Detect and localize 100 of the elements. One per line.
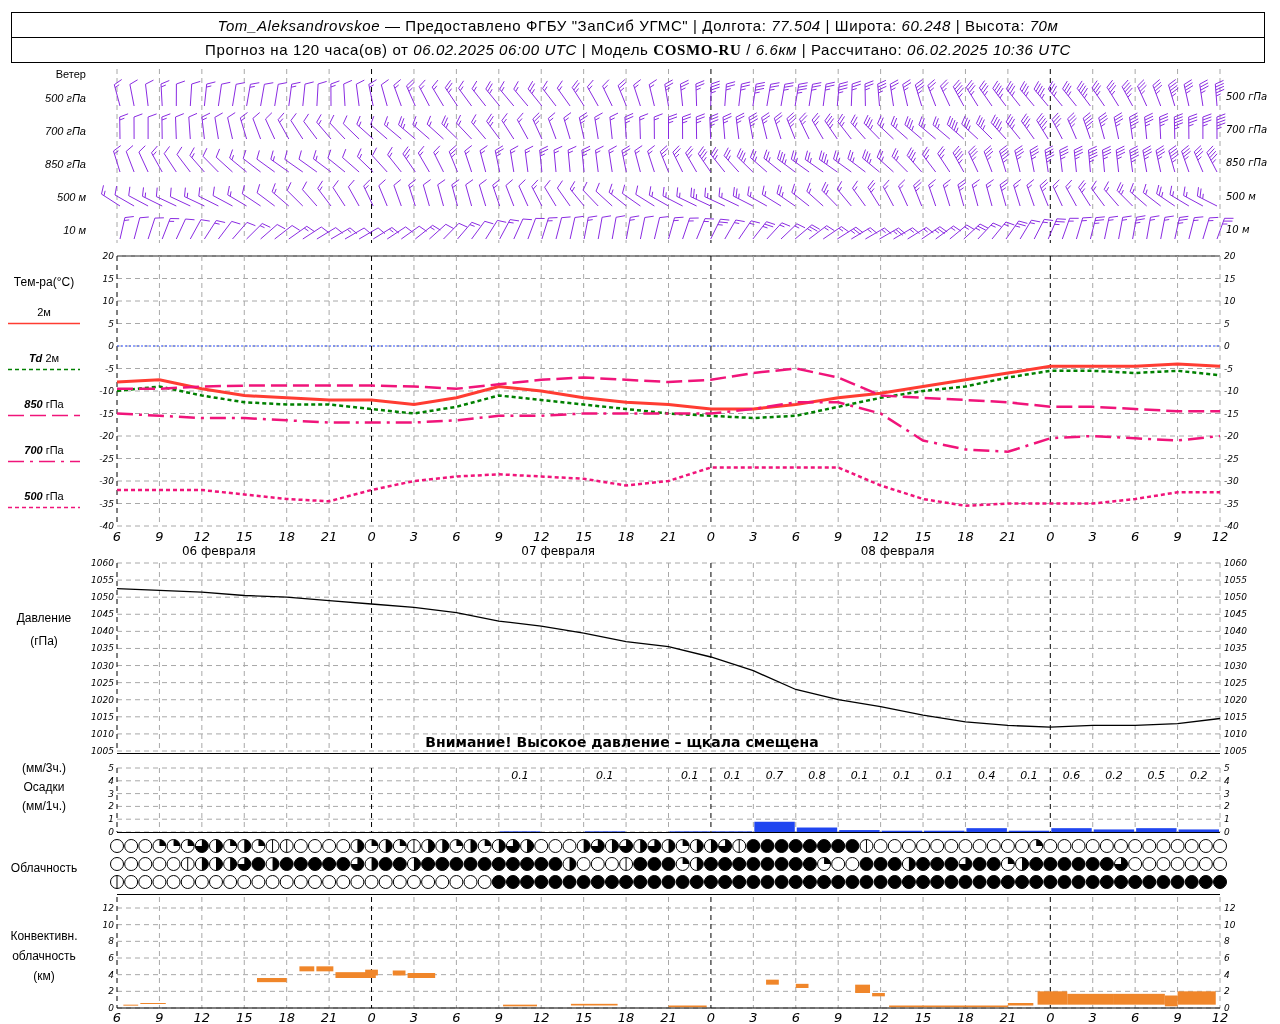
axis-tick-label: -5 [1224, 363, 1233, 374]
axis-tick-label: 1020 [91, 694, 114, 705]
axis-tick-label: 12 [1211, 529, 1229, 544]
precipitation-value: 0.1 [511, 769, 529, 782]
axis-tick-label: 2 [108, 986, 114, 997]
axis-tick-label: -35 [99, 498, 114, 509]
level-label: 500 гПа [1226, 91, 1268, 102]
precipitation-value: 0.2 [1105, 769, 1123, 782]
axis-tick-label: 20 [1224, 251, 1236, 261]
axis-tick-label: 0 [1224, 827, 1230, 837]
axis-tick-label: 3 [1224, 788, 1230, 799]
axis-tick-label: -25 [1224, 453, 1239, 464]
legend-label: 850 гПа [24, 397, 64, 411]
legend-label: Td 2м [28, 351, 60, 365]
axis-tick-label: 1030 [91, 660, 114, 671]
warning-text: Внимание! Высокое давление – щкала смещена [425, 734, 819, 750]
section-label: Облачность [10, 861, 78, 875]
level-label: 500 гПа [45, 91, 87, 104]
section-label: Тем-ра(°C) [13, 275, 75, 289]
axis-tick-label: 10 [102, 296, 114, 306]
axis-tick-label: -5 [105, 363, 114, 374]
axis-tick-label: 4 [1224, 969, 1230, 980]
axis-tick-label: 15 [236, 529, 253, 544]
axis-tick-label: -10 [1224, 386, 1239, 396]
level-label: 500 м [1226, 191, 1256, 202]
axis-tick-label: 0 [706, 1010, 716, 1024]
section-label: (гПа) [30, 634, 58, 648]
axis-tick-label: 21 [999, 529, 1017, 544]
legend-label: 2м [37, 305, 51, 319]
axis-tick-label: 1045 [91, 609, 114, 620]
axis-tick-label: 10 [102, 919, 114, 930]
axis-tick-label: -15 [1224, 408, 1239, 419]
axis-tick-label: 1035 [1224, 643, 1247, 654]
axis-tick-label: 9 [1173, 529, 1182, 544]
axis-tick-label: 3 [1088, 529, 1097, 544]
precipitation-value: 0.6 [1062, 769, 1081, 782]
axis-tick-label: 9 [155, 1010, 164, 1024]
axis-tick-label: 6 [452, 1010, 461, 1024]
axis-tick-label: 4 [108, 775, 114, 786]
date-label: 07 февраля [521, 544, 596, 558]
axis-tick-label: 1020 [1224, 694, 1247, 705]
axis-tick-label: 12 [532, 1010, 550, 1024]
axis-tick-label: 4 [1224, 775, 1230, 786]
axis-tick-label: 9 [834, 529, 843, 544]
axis-tick-label: 15 [575, 1010, 592, 1024]
axis-tick-label: 20 [102, 251, 114, 261]
date-label: 08 февраля [860, 544, 935, 558]
precipitation-value: 0.4 [977, 769, 996, 782]
legend-line [8, 414, 80, 417]
axis-tick-label: 1055 [91, 575, 114, 586]
axis-tick-label: 5 [1224, 318, 1230, 329]
axis-tick-label: 0 [1046, 1010, 1055, 1024]
axis-tick-label: 6 [452, 529, 461, 544]
axis-tick-label: 18 [617, 529, 635, 544]
axis-tick-label: 1 [108, 814, 114, 825]
axis-tick-label: 12 [193, 1010, 211, 1024]
legend-line [8, 368, 80, 371]
axis-tick-label: 9 [494, 1010, 503, 1024]
legend-line [8, 506, 80, 509]
axis-tick-label: 12 [102, 903, 114, 913]
axis-tick-label: 5 [108, 763, 114, 773]
axis-tick-label: 6 [1131, 529, 1140, 544]
title-text: Tom_Aleksandrovskoe — Предоставлено ФГБУ "ЗапСиб УГМС" | Долгота: 77.504 | Широта: 60.248 | Высота: 70м [217, 16, 1059, 34]
axis-tick-label: 1030 [1224, 660, 1247, 671]
level-label: 10 м [1226, 224, 1250, 235]
axis-tick-label: -35 [1224, 498, 1239, 509]
axis-tick-label: 15 [914, 529, 932, 544]
precipitation-value: 0.5 [1147, 769, 1166, 782]
precipitation-value: 0.1 [935, 769, 953, 782]
level-label: 700 гПа [45, 124, 87, 137]
section-label: Давление [16, 611, 72, 625]
title-text: Прогноз на 120 часа(ов) от 06.02.2025 06:00 UTC | Модель COSMO-RU / 6.6км | Рассчитано: 06.02.2025 10:36 UTC [205, 41, 1071, 59]
axis-tick-label: 0 [367, 529, 376, 544]
level-label: 700 гПа [1226, 124, 1268, 135]
axis-tick-label: 0 [108, 341, 114, 351]
section-label: Ветер [55, 68, 87, 80]
axis-tick-label: 1025 [1224, 677, 1247, 688]
axis-tick-label: 12 [872, 1010, 889, 1024]
axis-tick-label: 12 [1224, 903, 1236, 913]
level-label: 500 м [57, 190, 87, 203]
axis-tick-label: 18 [957, 529, 974, 544]
axis-tick-label: 1060 [91, 558, 114, 568]
precipitation-value: 0.7 [765, 769, 784, 782]
axis-tick-label: 1040 [91, 626, 114, 637]
axis-tick-label: 2 [1224, 801, 1230, 812]
axis-tick-label: 6 [791, 529, 800, 544]
axis-tick-label: 1 [1224, 814, 1230, 825]
axis-tick-label: 1025 [91, 677, 114, 688]
axis-tick-label: 15 [575, 529, 592, 544]
axis-tick-label: 1050 [1224, 592, 1247, 603]
axis-tick-label: 15 [1224, 273, 1236, 284]
axis-tick-label: 9 [1173, 1010, 1182, 1024]
section-label: (км) [33, 969, 55, 983]
axis-tick-label: 9 [494, 529, 503, 544]
axis-tick-label: 15 [102, 273, 114, 284]
axis-tick-label: 8 [108, 936, 114, 947]
axis-tick-label: 21 [660, 529, 677, 544]
level-label: 850 гПа [45, 157, 87, 170]
legend-line [8, 322, 80, 325]
axis-tick-label: 12 [193, 529, 211, 544]
